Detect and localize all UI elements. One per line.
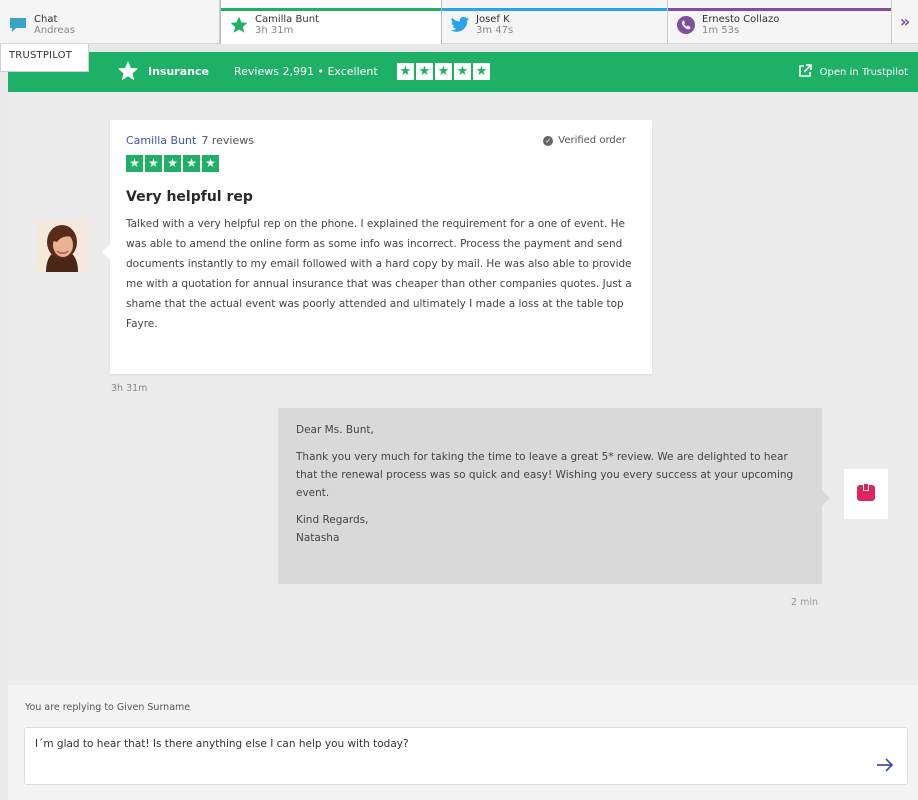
reply-timestamp: 2 min <box>791 597 818 608</box>
trustpilot-star-icon <box>116 59 140 87</box>
reply-input[interactable] <box>35 738 855 778</box>
review-body: Talked with a very helpful rep on the ph… <box>126 218 632 330</box>
reply-body: Thank you very much for taking the time … <box>296 451 794 499</box>
star-icon: ★ <box>416 63 433 80</box>
star-icon: ★ <box>145 155 162 172</box>
chat-bubble-icon <box>8 15 28 35</box>
tab-camilla-bunt[interactable]: Camilla Bunt 3h 31m <box>220 0 442 44</box>
brand-logo-icon <box>856 482 876 506</box>
tab-chat-andreas[interactable]: Chat Andreas <box>0 0 220 44</box>
customer-review-card: Camilla Bunt 7 reviews ✓ Verified order ★… <box>102 120 652 374</box>
star-icon: ★ <box>164 155 181 172</box>
reply-signature: Natasha <box>296 532 340 544</box>
star-icon: ★ <box>397 63 414 80</box>
tab-name: Josef K <box>476 14 510 25</box>
more-tabs-button[interactable]: » <box>892 0 918 43</box>
channel-label: TRUSTPILOT <box>0 44 89 72</box>
tab-ernesto-collazo[interactable]: Ernesto Collazo 1m 53s <box>668 0 892 44</box>
double-chevron-right-icon: » <box>899 12 911 31</box>
star-icon: ★ <box>473 63 490 80</box>
reply-composer: You are replying to Given Surname <box>8 685 918 800</box>
review-rating-stars: ★ ★ ★ ★ ★ <box>126 155 636 172</box>
conversation-area[interactable]: Camilla Bunt 7 reviews ✓ Verified order ★… <box>8 92 918 685</box>
review-title: Very helpful rep <box>126 189 253 205</box>
verified-order-label: Verified order <box>558 135 626 146</box>
twitter-bird-icon <box>450 15 470 35</box>
tab-channel-indicator <box>668 8 891 11</box>
customer-avatar <box>36 220 88 272</box>
agent-reply-card: Dear Ms. Bunt, Thank you very much for t… <box>278 408 830 584</box>
external-link-icon <box>798 64 812 81</box>
tab-subtitle: Andreas <box>34 25 75 36</box>
star-icon: ★ <box>435 63 452 80</box>
review-author-count: 7 reviews <box>201 134 254 147</box>
star-icon: ★ <box>202 155 219 172</box>
reply-greeting: Dear Ms. Bunt, <box>296 424 374 436</box>
star-icon: ★ <box>454 63 471 80</box>
star-icon: ★ <box>126 155 143 172</box>
viber-icon <box>676 15 696 35</box>
tab-josef-k[interactable]: Josef K 3m 47s <box>442 0 668 44</box>
reply-signoff: Kind Regards, <box>296 514 369 526</box>
reviews-summary: Reviews 2,991 • Excellent <box>234 65 378 78</box>
open-in-trustpilot-link[interactable]: Open in Trustpilot <box>798 64 908 81</box>
tab-name: Camilla Bunt <box>255 14 319 25</box>
star-icon: ★ <box>183 155 200 172</box>
tab-name: Ernesto Collazo <box>702 14 780 25</box>
reply-input-container <box>24 727 908 785</box>
tab-name: Chat <box>34 14 58 25</box>
trustscore-stars: ★ ★ ★ ★ ★ <box>397 63 490 80</box>
agent-avatar <box>844 469 888 519</box>
tab-channel-indicator <box>442 8 667 11</box>
check-circle-icon: ✓ <box>543 135 554 146</box>
conversation-tab-bar: Chat Andreas Camilla Bunt 3h 31m Josef K 3m… <box>0 0 918 44</box>
tab-subtitle: 3m 47s <box>476 25 514 36</box>
tab-subtitle: 1m 53s <box>702 25 740 36</box>
send-button[interactable] <box>875 756 897 776</box>
trustpilot-star-icon <box>229 15 249 35</box>
trustpilot-header-bar: Insurance Reviews 2,991 • Excellent ★ ★ … <box>8 52 918 92</box>
tab-active-indicator <box>221 8 441 11</box>
review-author-name[interactable]: Camilla Bunt <box>126 134 196 147</box>
tab-subtitle: 3h 31m <box>255 25 294 36</box>
review-timestamp: 3h 31m <box>111 383 148 394</box>
replying-to-label: You are replying to Given Surname <box>25 702 191 713</box>
arrow-right-icon <box>877 758 894 772</box>
business-category: Insurance <box>148 65 209 78</box>
verified-order-badge: ✓ Verified order <box>543 135 626 146</box>
open-in-trustpilot-label: Open in Trustpilot <box>819 67 908 78</box>
